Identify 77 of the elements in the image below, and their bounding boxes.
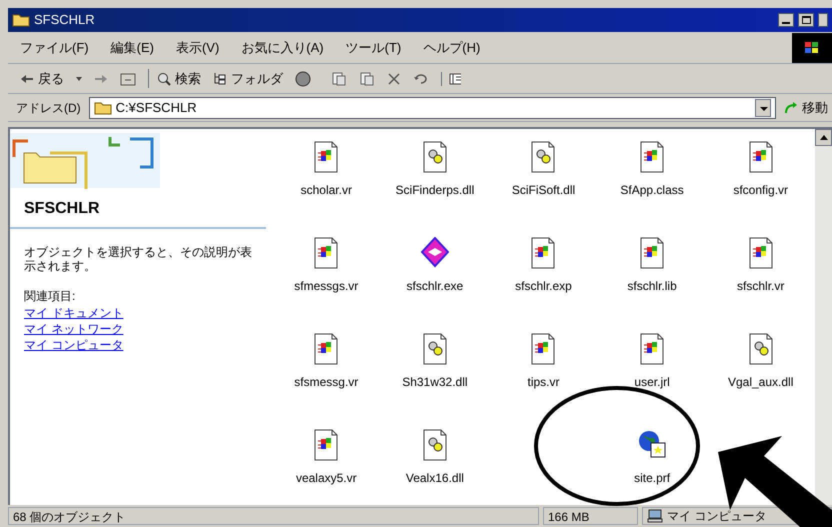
gear-document-icon xyxy=(420,429,449,461)
gear-document-icon xyxy=(529,141,558,173)
scroll-up-button[interactable] xyxy=(815,129,832,146)
close-button[interactable] xyxy=(818,13,828,27)
document-icon xyxy=(312,141,340,173)
document-icon xyxy=(312,237,340,269)
gear-document-icon xyxy=(746,333,775,365)
file-name[interactable]: sfschlr.lib xyxy=(627,277,677,295)
dropdown-arrow-icon[interactable] xyxy=(76,76,82,80)
document-icon xyxy=(312,429,340,461)
file-name[interactable]: Vgal_aux.dll xyxy=(728,373,794,391)
file-name[interactable]: user.jrl xyxy=(634,373,670,391)
related-link[interactable]: マイ ネットワーク xyxy=(24,321,124,337)
diamond-icon xyxy=(420,237,449,269)
gear-document-icon xyxy=(420,141,449,173)
views-icon[interactable] xyxy=(441,72,461,86)
computer-icon xyxy=(647,509,663,523)
description-text: オブジェクトを選択すると、その説明が表示されます。 xyxy=(23,244,253,273)
menu-item[interactable]: ツール(T) xyxy=(346,38,402,58)
gear-document-icon xyxy=(420,333,449,365)
file-name[interactable]: SfApp.class xyxy=(620,181,684,199)
copy-to-icon[interactable] xyxy=(359,70,375,86)
folder-icon xyxy=(12,13,30,27)
folders-button[interactable]: フォルダ xyxy=(213,68,283,88)
back-arrow-icon xyxy=(20,74,34,84)
undo-icon[interactable] xyxy=(413,72,429,86)
up-folder-icon[interactable] xyxy=(120,72,136,86)
windows-logo xyxy=(792,32,832,62)
move-to-icon[interactable] xyxy=(331,70,347,86)
file-name[interactable]: tips.vr xyxy=(527,373,560,391)
total-size: 166 MB xyxy=(543,507,638,525)
back-button[interactable]: 戻る xyxy=(20,68,64,88)
window-title: SFSCHLR xyxy=(34,11,96,30)
menu-item[interactable]: 表示(V) xyxy=(176,38,220,58)
document-icon xyxy=(529,237,558,269)
folder-icon xyxy=(94,100,112,114)
document-icon xyxy=(746,141,775,173)
go-arrow-icon xyxy=(784,100,798,114)
document-icon xyxy=(312,333,340,365)
file-name[interactable]: scholar.vr xyxy=(300,181,352,199)
file-name[interactable]: sfschlr.vr xyxy=(737,277,784,295)
document-icon xyxy=(638,237,666,269)
related-link[interactable]: マイ ドキュメント xyxy=(24,305,124,321)
related-label: 関連項目: xyxy=(23,288,76,305)
delete-icon[interactable] xyxy=(387,72,401,86)
search-button[interactable]: 検索 xyxy=(148,68,201,88)
file-name[interactable]: sfconfig.vr xyxy=(733,181,788,199)
file-name[interactable]: sfmessgs.vr xyxy=(294,277,358,295)
document-icon xyxy=(638,333,666,365)
file-name[interactable]: SciFinderps.dll xyxy=(396,181,474,199)
folder-tree-icon xyxy=(213,72,227,86)
menu-item[interactable]: ヘルプ(H) xyxy=(423,38,480,58)
vertical-scrollbar[interactable] xyxy=(815,129,832,505)
file-name[interactable]: sfsmessg.vr xyxy=(294,373,358,391)
object-count: 68 個のオブジェクト xyxy=(8,507,539,525)
file-name[interactable]: sfschlr.exp xyxy=(515,277,572,295)
go-button[interactable]: 移動 xyxy=(784,98,832,118)
maximize-button[interactable] xyxy=(798,13,814,27)
search-icon xyxy=(157,72,171,86)
menu-item[interactable]: お気に入り(A) xyxy=(241,38,324,58)
address-field[interactable]: C:¥SFSCHLR xyxy=(88,96,776,118)
menu-item[interactable]: ファイル(F) xyxy=(20,38,89,58)
minimize-button[interactable] xyxy=(778,13,794,27)
menu-item[interactable]: 編集(E) xyxy=(110,38,154,58)
file-name[interactable]: Sh31w32.dll xyxy=(402,373,468,391)
file-name[interactable]: Vealx16.dll xyxy=(406,469,464,487)
related-link[interactable]: マイ コンピュータ xyxy=(24,337,124,353)
file-name[interactable]: vealaxy5.vr xyxy=(296,469,357,487)
document-icon xyxy=(529,333,558,365)
file-name[interactable]: SciFiSoft.dll xyxy=(512,181,576,199)
document-icon xyxy=(746,237,775,269)
document-icon xyxy=(638,141,666,173)
file-name[interactable]: sfschlr.exe xyxy=(406,277,464,295)
folder-title: SFSCHLR xyxy=(10,191,266,229)
up-arrow-icon xyxy=(820,135,828,140)
address-label: アドレス(D) xyxy=(16,100,81,116)
file-name[interactable]: site.prf xyxy=(634,469,670,487)
